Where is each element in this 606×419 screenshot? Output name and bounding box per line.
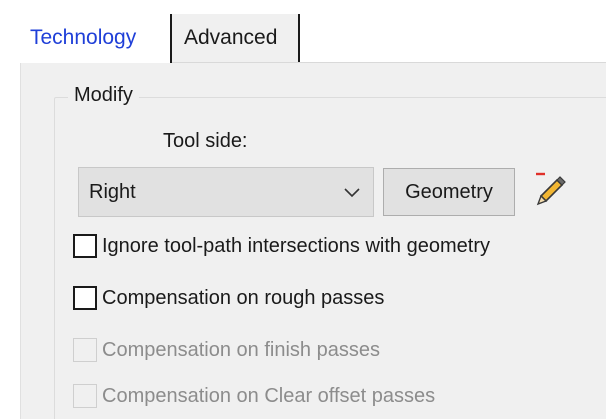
tab-advanced[interactable]: Advanced <box>172 14 300 62</box>
dialog-page: Modify Tool side: Right Geometry Ignore … <box>0 0 606 419</box>
option-label: Ignore tool-path intersections with geom… <box>102 234 490 257</box>
checkbox[interactable] <box>73 286 97 310</box>
option-compensation-rough[interactable]: Compensation on rough passes <box>73 283 384 313</box>
tool-side-value: Right <box>89 181 136 203</box>
option-compensation-clear-offset: Compensation on Clear offset passes <box>73 381 435 411</box>
option-label: Compensation on finish passes <box>102 338 380 361</box>
tool-side-select[interactable]: Right <box>78 167 374 217</box>
option-compensation-finish: Compensation on finish passes <box>73 335 380 365</box>
checkbox <box>73 384 97 408</box>
checkbox <box>73 338 97 362</box>
modify-group-title: Modify <box>68 84 139 107</box>
pencil-icon[interactable] <box>529 168 569 208</box>
tab-technology[interactable]: Technology <box>0 14 172 63</box>
geometry-button[interactable]: Geometry <box>383 168 515 216</box>
option-label: Compensation on rough passes <box>102 286 385 309</box>
tool-side-label: Tool side: <box>163 130 248 152</box>
checkbox[interactable] <box>73 234 97 258</box>
option-ignore-intersections[interactable]: Ignore tool-path intersections with geom… <box>73 231 490 261</box>
option-label: Compensation on Clear offset passes <box>102 384 436 407</box>
chevron-down-icon <box>344 188 360 198</box>
tab-panel: Modify Tool side: Right Geometry Ignore … <box>20 62 606 419</box>
